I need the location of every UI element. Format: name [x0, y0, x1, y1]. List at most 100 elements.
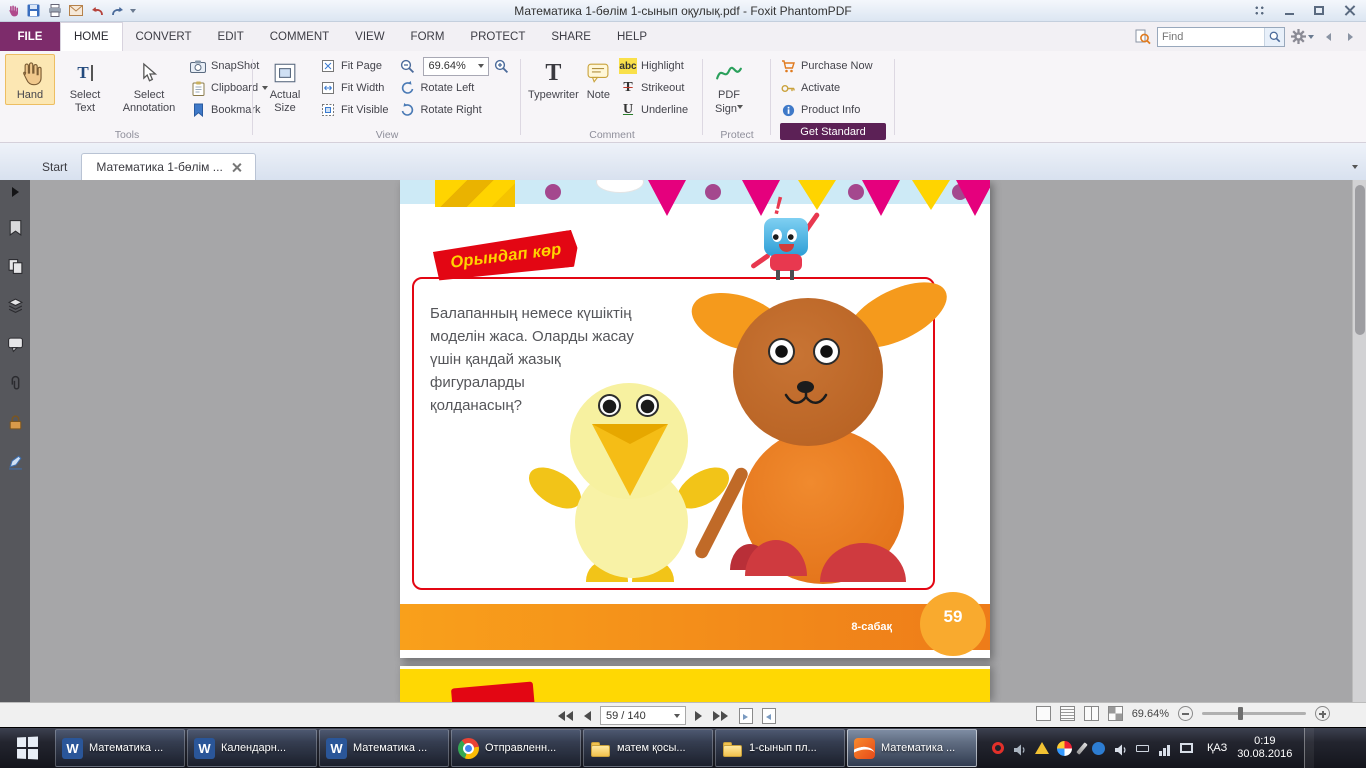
- start-button[interactable]: [0, 728, 54, 769]
- layers-panel-icon[interactable]: [7, 297, 24, 314]
- zoom-out-icon[interactable]: [398, 58, 416, 74]
- fit-visible-button[interactable]: Fit Visible: [316, 99, 391, 121]
- continuous-facing-view-icon[interactable]: [1108, 706, 1123, 721]
- language-indicator[interactable]: ҚАЗ: [1207, 742, 1227, 754]
- settings-gear-icon[interactable]: [1291, 29, 1314, 44]
- save-icon[interactable]: [25, 3, 42, 19]
- tab-share[interactable]: SHARE: [538, 22, 604, 51]
- zoom-slider[interactable]: [1202, 712, 1306, 715]
- taskbar-item-word-2[interactable]: W Календарн...: [187, 729, 317, 767]
- zoom-out-button[interactable]: [1178, 706, 1193, 721]
- strikeout-button[interactable]: T Strikeout: [616, 77, 691, 99]
- tray-blue-icon[interactable]: [1092, 742, 1105, 755]
- fit-page-button[interactable]: Fit Page: [316, 55, 391, 77]
- actual-size-button[interactable]: Actual Size: [257, 54, 313, 117]
- get-standard-button[interactable]: Get Standard: [780, 123, 886, 140]
- tray-power-icon[interactable]: [1136, 745, 1149, 752]
- hand-tool-icon[interactable]: [4, 3, 21, 19]
- find-search-icon[interactable]: [1264, 28, 1284, 46]
- highlight-button[interactable]: abc Highlight: [616, 55, 691, 77]
- tab-form[interactable]: FORM: [398, 22, 458, 51]
- sidebar-expand-icon[interactable]: [12, 187, 19, 197]
- zoom-in-button[interactable]: [1315, 706, 1330, 721]
- product-info-button[interactable]: Product Info: [776, 99, 876, 121]
- vertical-scrollbar[interactable]: [1352, 180, 1366, 702]
- tray-volume-mixer-icon[interactable]: [1012, 741, 1027, 756]
- taskbar-item-foxit[interactable]: Математика ...: [847, 729, 977, 767]
- tray-warning-icon[interactable]: [1035, 742, 1049, 754]
- rotate-right-button[interactable]: Rotate Right: [395, 99, 517, 121]
- bookmarks-panel-icon[interactable]: [7, 219, 24, 236]
- qat-dropdown-icon[interactable]: [130, 9, 136, 16]
- tab-start[interactable]: Start: [28, 153, 81, 180]
- tab-home[interactable]: HOME: [60, 22, 123, 51]
- tray-ball-icon[interactable]: [1057, 741, 1072, 756]
- note-button[interactable]: Note: [584, 54, 613, 105]
- tab-edit[interactable]: EDIT: [205, 22, 257, 51]
- scrollbar-thumb[interactable]: [1355, 185, 1365, 335]
- continuous-view-icon[interactable]: [1060, 706, 1075, 721]
- facing-view-icon[interactable]: [1084, 706, 1099, 721]
- tab-help[interactable]: HELP: [604, 22, 660, 51]
- purchase-now-button[interactable]: Purchase Now: [776, 55, 876, 77]
- tab-view[interactable]: VIEW: [342, 22, 397, 51]
- tab-file[interactable]: FILE: [0, 22, 60, 51]
- tab-list-dropdown-icon[interactable]: [1352, 153, 1358, 180]
- typewriter-button[interactable]: T Typewriter: [525, 54, 582, 105]
- taskbar-item-chrome[interactable]: Отправленн...: [451, 729, 581, 767]
- tab-protect[interactable]: PROTECT: [457, 22, 538, 51]
- previous-view-icon[interactable]: [739, 708, 753, 724]
- undo-icon[interactable]: [88, 3, 105, 19]
- next-view-icon[interactable]: [762, 708, 776, 724]
- previous-page-button[interactable]: [582, 707, 593, 725]
- zoom-level-combobox[interactable]: 69.64%: [423, 57, 489, 76]
- find-input[interactable]: [1158, 31, 1264, 43]
- page-number-circle: 59: [920, 592, 986, 656]
- attachments-panel-icon[interactable]: [7, 375, 24, 392]
- tray-opera-icon[interactable]: [992, 742, 1004, 754]
- ribbon-scroll-left-icon[interactable]: [1320, 28, 1336, 46]
- tab-convert[interactable]: CONVERT: [123, 22, 205, 51]
- tray-volume-icon[interactable]: [1113, 741, 1128, 756]
- underline-button[interactable]: U Underline: [616, 99, 691, 121]
- print-icon[interactable]: [46, 3, 63, 19]
- tray-display-icon[interactable]: [1180, 743, 1193, 753]
- hand-button[interactable]: Hand: [5, 54, 55, 105]
- select-annotation-button[interactable]: Select Annotation: [115, 54, 183, 117]
- minimize-button[interactable]: [1276, 2, 1302, 20]
- clock[interactable]: 0:19 30.08.2016: [1237, 735, 1292, 761]
- ribbon-scroll-right-icon[interactable]: [1342, 28, 1358, 46]
- tray-network-icon[interactable]: [1157, 741, 1172, 756]
- pdf-sign-dropdown-icon[interactable]: [737, 105, 743, 112]
- taskbar-item-folder-2[interactable]: 1-сынып пл...: [715, 729, 845, 767]
- tray-pencil-icon[interactable]: [1076, 742, 1087, 755]
- close-tab-icon[interactable]: [232, 163, 241, 172]
- ribbon-options-icon[interactable]: [1246, 2, 1272, 20]
- activate-button[interactable]: Activate: [776, 77, 876, 99]
- tab-comment[interactable]: COMMENT: [257, 22, 342, 51]
- last-page-button[interactable]: [711, 707, 730, 725]
- rotate-left-button[interactable]: Rotate Left: [395, 77, 517, 99]
- single-page-view-icon[interactable]: [1036, 706, 1051, 721]
- close-button[interactable]: [1336, 2, 1362, 20]
- tab-document[interactable]: Математика 1-бөлім ...: [81, 153, 255, 180]
- restore-button[interactable]: [1306, 2, 1332, 20]
- page-number-combobox[interactable]: 59 / 140: [600, 706, 686, 725]
- select-text-button[interactable]: T Select Text: [57, 54, 113, 117]
- email-icon[interactable]: [67, 3, 84, 19]
- next-page-button[interactable]: [693, 707, 704, 725]
- first-page-button[interactable]: [556, 707, 575, 725]
- redo-icon[interactable]: [109, 3, 126, 19]
- taskbar-item-word-3[interactable]: W Математика ...: [319, 729, 449, 767]
- security-panel-icon[interactable]: [7, 414, 24, 431]
- pages-panel-icon[interactable]: [7, 258, 24, 275]
- pdf-sign-button[interactable]: PDF Sign: [707, 54, 751, 118]
- taskbar-item-word-1[interactable]: W Математика ...: [55, 729, 185, 767]
- taskbar-item-folder-1[interactable]: матем қосы...: [583, 729, 713, 767]
- show-desktop-button[interactable]: [1304, 728, 1314, 769]
- zoom-slider-thumb[interactable]: [1238, 707, 1243, 720]
- comments-panel-icon[interactable]: [7, 336, 24, 353]
- fit-width-button[interactable]: Fit Width: [316, 77, 391, 99]
- signature-panel-icon[interactable]: [7, 453, 24, 470]
- zoom-in-icon[interactable]: [492, 58, 510, 74]
